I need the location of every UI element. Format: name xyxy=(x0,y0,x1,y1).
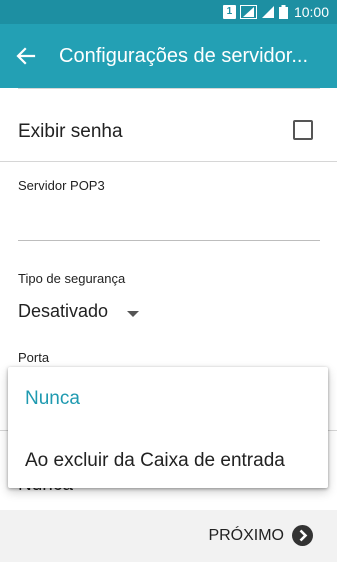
pop3-server-label: Servidor POP3 xyxy=(18,178,105,193)
page-title: Configurações de servidor... xyxy=(59,45,309,67)
signal-icon xyxy=(261,6,274,18)
next-button[interactable]: PRÓXIMO xyxy=(208,525,313,546)
divider xyxy=(0,161,337,162)
dropdown-option-delete-from-inbox[interactable]: Ao excluir da Caixa de entrada xyxy=(25,450,285,472)
divider xyxy=(18,88,320,89)
security-type-label: Tipo de segurança xyxy=(18,271,126,286)
dropdown-option-never[interactable]: Nunca xyxy=(25,388,80,410)
bottom-bar: PRÓXIMO xyxy=(0,510,337,562)
show-password-checkbox[interactable] xyxy=(293,120,313,140)
status-time: 10:00 xyxy=(293,4,329,20)
battery-icon xyxy=(278,5,288,19)
show-password-label: Exibir senha xyxy=(18,121,123,142)
input-underline xyxy=(18,240,320,241)
dropdown-popup: Nunca Ao excluir da Caixa de entrada xyxy=(8,367,328,488)
port-label: Porta xyxy=(18,350,50,365)
sim-icon: 1 xyxy=(222,5,236,19)
next-button-label: PRÓXIMO xyxy=(208,526,284,544)
status-icons: 1 10:00 xyxy=(222,3,329,21)
security-type-value: Desativado xyxy=(18,301,109,321)
arrow-left-icon[interactable] xyxy=(12,42,40,70)
status-bar: 1 10:00 xyxy=(0,0,337,24)
signal-icon xyxy=(239,5,257,19)
app-bar: Configurações de servidor... xyxy=(0,24,337,88)
chevron-right-circle-icon xyxy=(292,525,313,546)
pop3-server-input[interactable] xyxy=(18,200,320,240)
caret-down-icon xyxy=(127,311,139,317)
